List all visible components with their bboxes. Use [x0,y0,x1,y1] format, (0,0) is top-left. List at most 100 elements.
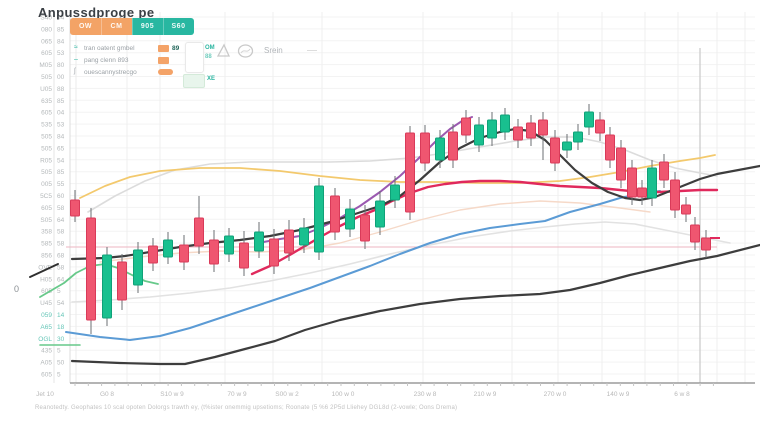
y-axis-label: 58 [57,241,65,248]
candle-body-down[interactable] [406,133,415,212]
candle-body-down[interactable] [691,225,700,242]
y-axis-label: R05 [40,157,52,164]
candle-body-up[interactable] [103,255,112,318]
candle-body-down[interactable] [628,168,637,197]
black-slow-ma [72,245,760,364]
indicator-checkbox-green[interactable] [183,74,205,88]
triangle-tool-icon[interactable] [216,43,231,58]
y-axis-label: 88 [57,86,65,93]
candle-body-up[interactable] [648,168,657,198]
orange-swatch-wide [158,69,173,75]
y-axis-label: 605 [41,110,52,117]
orange-swatch [158,45,169,52]
legend-label: tran oatent gmbel [84,45,158,52]
y-axis-label: 065 [41,38,52,45]
timeframe-button-s60[interactable]: S60 [163,18,194,35]
y-axis-label: 30 [57,336,65,343]
y-axis-label: 505 [41,74,52,81]
y-axis-label: 358 [41,229,52,236]
y-axis-label: 54 [57,157,65,164]
tool-label: Srein [264,46,283,55]
y-axis-label: 605 [41,50,52,57]
legend-label: pang clenn 893 [84,57,158,64]
y-axis-label: 585 [41,241,52,248]
ellipse-tool-icon[interactable] [237,44,254,58]
y-axis-label: 53 [57,122,65,129]
candle-body-up[interactable] [501,115,510,132]
candle-body-down[interactable] [361,215,370,241]
y-axis-label: 85 [57,26,65,33]
candle-body-down[interactable] [682,205,691,214]
x-axis-label: 140 w 9 [607,391,630,398]
y-axis-label: S05 [40,217,52,224]
timeframe-button-ow[interactable]: OW [70,18,101,35]
candle-body-down[interactable] [462,118,471,135]
candle-body-up[interactable] [164,240,173,257]
y-axis-label: 605 [41,205,52,212]
candle-body-down[interactable] [118,262,127,300]
candle-body-up[interactable] [436,138,445,160]
y-axis-label: 85 [57,98,65,105]
timeframe-button-cm[interactable]: CM [101,18,132,35]
candle-body-down[interactable] [331,196,340,232]
candle-body-up[interactable] [346,209,355,229]
y-axis-label: 505 [41,134,52,141]
candle-body-down[interactable] [527,123,536,138]
candle-body-up[interactable] [475,125,484,145]
candle-body-down[interactable] [596,120,605,133]
candle-body-down[interactable] [539,120,548,135]
candle-body-down[interactable] [195,218,204,246]
candle-body-up[interactable] [376,201,385,227]
candle-body-down[interactable] [671,180,680,210]
y-axis-label: 60 [57,193,65,200]
indicator-label-xe: XE [207,76,215,82]
candle-body-up[interactable] [300,228,309,245]
candle-body-up[interactable] [574,132,583,142]
candle-body-down[interactable] [71,200,80,216]
y-axis-label: 00 [57,74,65,81]
candle-body-up[interactable] [255,232,264,251]
timeframe-button-905[interactable]: 905 [132,18,163,35]
y-axis-label: 58 [57,229,65,236]
candle-body-down[interactable] [240,243,249,268]
candle-body-down[interactable] [180,245,189,262]
candle-body-up[interactable] [563,142,572,150]
y-axis-label: 04 [57,110,65,117]
candle-body-down[interactable] [210,240,219,264]
candle-body-up[interactable] [134,250,143,285]
candle-body-up[interactable] [488,120,497,138]
candle-body-down[interactable] [270,239,279,266]
candle-body-up[interactable] [315,186,324,252]
candle-body-down[interactable] [87,218,96,320]
x-axis-label: 70 w 9 [227,391,247,398]
candle-body-down[interactable] [551,138,560,163]
candle-body-down[interactable] [514,127,523,140]
candle-body-down[interactable] [449,132,458,160]
candle-body-up[interactable] [585,112,594,127]
candle-body-down[interactable] [149,246,158,263]
orange-swatch [158,57,169,64]
candle-body-down[interactable] [606,135,615,160]
candle-body-down[interactable] [638,188,647,197]
y-axis-label: 14 [57,312,65,319]
y-axis-label: 64 [57,276,65,283]
candle-body-up[interactable] [391,185,400,200]
footer-disclaimer: Reanotedty. Geophates 10 scal opoten Dol… [35,405,457,411]
y-axis-label: 5C5 [40,193,52,200]
y-axis-label: 53 [57,50,65,57]
candle-body-down[interactable] [617,148,626,180]
gray-mid-ma [72,222,730,302]
candle-body-down[interactable] [421,133,430,163]
y-axis-label: 54 [57,300,65,307]
y-axis-label: 84 [57,38,65,45]
candle-body-up[interactable] [225,236,234,254]
legend-label: ouescannystrecgo [84,69,158,76]
y-axis-label: 68 [57,253,65,260]
indicator-checkbox[interactable] [185,42,204,73]
blue-ma [66,191,660,340]
candle-body-down[interactable] [660,162,669,180]
candle-body-down[interactable] [702,238,711,250]
y-axis-label: A05 [40,360,52,367]
candle-body-down[interactable] [285,230,294,253]
y-axis-label: 58 [57,205,65,212]
